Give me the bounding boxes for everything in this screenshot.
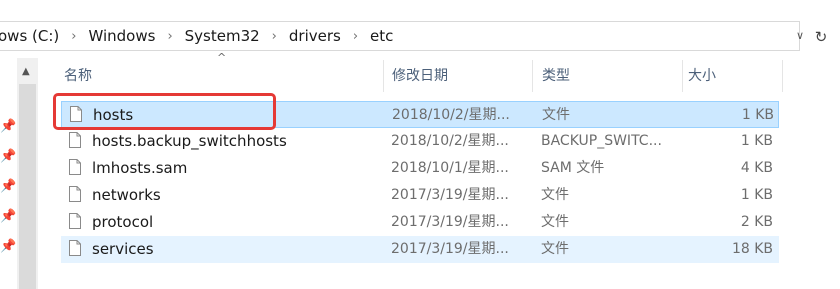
file-size: 1 KB <box>740 133 773 149</box>
column-header-date[interactable]: 修改日期 <box>382 58 532 94</box>
file-row-networks[interactable]: networks 2017/3/19/星期... 文件 1 KB <box>61 182 779 209</box>
file-icon <box>69 240 81 256</box>
file-icon <box>69 213 81 229</box>
file-date: 2018/10/2/星期... <box>391 133 509 149</box>
refresh-icon[interactable]: ↻ <box>812 28 830 46</box>
file-icon <box>69 159 81 175</box>
nav-pane-scrollbar[interactable]: ▲ <box>17 58 38 289</box>
column-header-size[interactable]: 大小 <box>678 58 778 94</box>
breadcrumb-windows[interactable]: Windows <box>84 27 159 45</box>
annotation-highlight-box <box>53 93 276 130</box>
file-row-hosts-backup[interactable]: hosts.backup_switchhosts 2018/10/2/星期...… <box>61 128 779 155</box>
breadcrumb-etc[interactable]: etc <box>366 27 397 45</box>
breadcrumb-drive[interactable]: ows (C:) <box>0 27 63 45</box>
file-size: 2 KB <box>740 214 773 230</box>
file-icon <box>69 132 81 148</box>
file-size: 1 KB <box>741 107 774 123</box>
file-icon <box>69 186 81 202</box>
pin-icon: 📌 <box>0 239 17 254</box>
file-date: 2017/3/19/星期... <box>391 241 509 257</box>
pin-icon: 📌 <box>0 209 17 224</box>
chevron-right-icon[interactable]: › <box>63 29 84 44</box>
column-header-row: 名称 修改日期 类型 大小 <box>54 58 784 94</box>
file-date: 2017/3/19/星期... <box>391 214 509 230</box>
file-row-services[interactable]: services 2017/3/19/星期... 文件 18 KB <box>61 236 779 263</box>
file-type: BACKUP_SWITC... <box>541 133 662 149</box>
address-bar[interactable]: ows (C:) › Windows › System32 › drivers … <box>0 21 800 51</box>
pin-icon: 📌 <box>0 119 17 134</box>
title-strip <box>0 0 840 16</box>
file-size: 1 KB <box>740 187 773 203</box>
chevron-right-icon[interactable]: › <box>264 29 285 44</box>
chevron-right-icon[interactable]: › <box>345 29 366 44</box>
file-size: 4 KB <box>740 160 773 176</box>
pin-icon: 📌 <box>0 149 17 164</box>
chevron-right-icon[interactable]: › <box>159 29 180 44</box>
scrollbar-thumb[interactable] <box>19 84 36 289</box>
file-size: 18 KB <box>731 241 773 257</box>
file-type: 文件 <box>541 214 569 230</box>
file-date: 2017/3/19/星期... <box>391 187 509 203</box>
file-row-protocol[interactable]: protocol 2017/3/19/星期... 文件 2 KB <box>61 209 779 236</box>
column-divider[interactable] <box>782 60 783 92</box>
file-type: 文件 <box>541 241 569 257</box>
file-name[interactable]: services <box>92 236 154 261</box>
file-name[interactable]: protocol <box>92 209 153 234</box>
file-date: 2018/10/2/星期... <box>392 107 510 123</box>
column-header-type[interactable]: 类型 <box>532 58 682 94</box>
file-name[interactable]: networks <box>92 182 161 207</box>
file-date: 2018/10/1/星期... <box>391 160 509 176</box>
file-name[interactable]: lmhosts.sam <box>92 155 187 180</box>
file-row-lmhosts[interactable]: lmhosts.sam 2018/10/1/星期... SAM 文件 4 KB <box>61 155 779 182</box>
pin-icon: 📌 <box>0 179 17 194</box>
chevron-down-icon[interactable]: ∨ <box>793 29 807 43</box>
breadcrumb-system32[interactable]: System32 <box>181 27 264 45</box>
file-type: SAM 文件 <box>541 160 605 176</box>
file-name[interactable]: hosts.backup_switchhosts <box>92 128 287 153</box>
breadcrumb-drivers[interactable]: drivers <box>285 27 345 45</box>
file-type: 文件 <box>542 107 570 123</box>
column-header-name[interactable]: 名称 <box>54 58 383 94</box>
file-type: 文件 <box>541 187 569 203</box>
scroll-up-icon[interactable]: ▲ <box>22 66 30 77</box>
